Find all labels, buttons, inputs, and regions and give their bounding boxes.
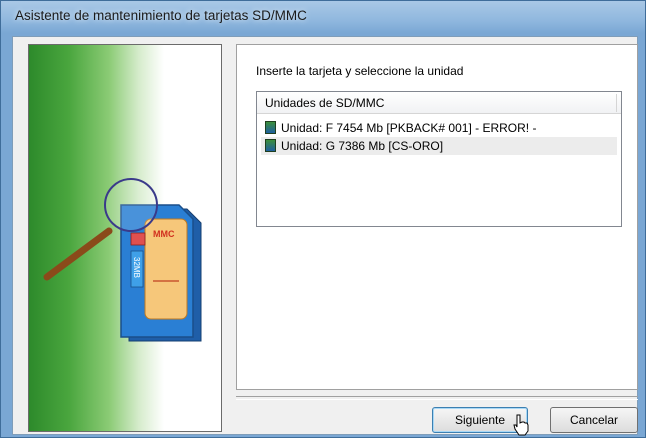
list-item-label: Unidad: G 7386 Mb [CS-ORO]	[281, 139, 444, 153]
sd-card-icon	[265, 139, 276, 152]
title-bar[interactable]: Asistente de mantenimiento de tarjetas S…	[1, 1, 645, 37]
svg-text:MMC: MMC	[153, 229, 175, 239]
list-item-label: Unidad: F 7454 Mb [PKBACK# 001] - ERROR!…	[281, 121, 537, 135]
list-header[interactable]: Unidades de SD/MMC	[257, 92, 621, 114]
list-item[interactable]: Unidad: F 7454 Mb [PKBACK# 001] - ERROR!…	[261, 119, 617, 137]
separator	[236, 396, 638, 400]
hand-cursor-icon	[513, 414, 529, 436]
drive-list[interactable]: Unidades de SD/MMC Unidad: F 7454 Mb [PK…	[256, 91, 622, 227]
instruction-label: Inserte la tarjeta y seleccione la unida…	[256, 64, 464, 78]
svg-text:32MB: 32MB	[132, 257, 141, 278]
sd-card-icon	[265, 121, 276, 134]
column-header-drives: Unidades de SD/MMC	[265, 96, 385, 110]
cancel-button[interactable]: Cancelar	[550, 407, 638, 433]
illustration: MMC 32MB	[43, 178, 202, 342]
column-separator[interactable]	[616, 94, 617, 112]
list-item-selected[interactable]: Unidad: G 7386 Mb [CS-ORO]	[261, 137, 617, 155]
window-title: Asistente de mantenimiento de tarjetas S…	[15, 8, 307, 23]
illustration-panel: MMC 32MB	[28, 44, 222, 432]
